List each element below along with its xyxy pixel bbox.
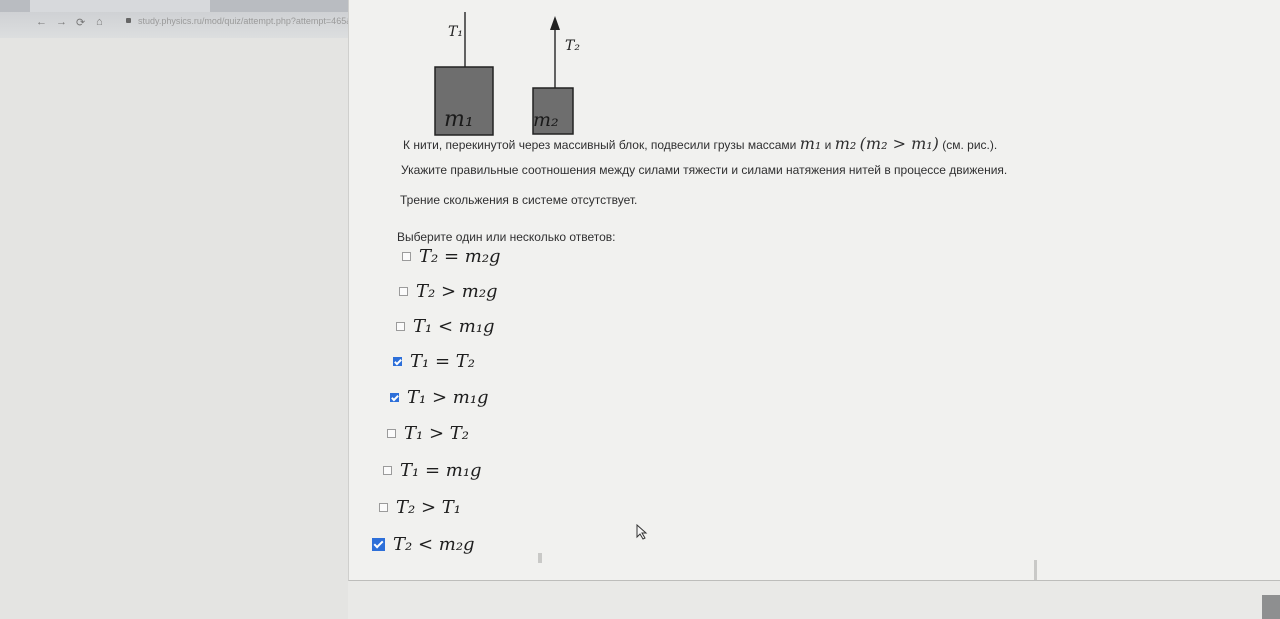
option-6[interactable]: T₁ > T₂ xyxy=(387,423,469,444)
option-7[interactable]: T₁ = m₁g xyxy=(383,460,482,481)
option-label: T₁ > m₁g xyxy=(407,387,489,408)
option-label: T₂ = m₂g xyxy=(419,246,501,267)
back-icon[interactable]: ← xyxy=(36,16,47,28)
scroll-mark xyxy=(1034,560,1037,580)
option-checkbox[interactable] xyxy=(387,429,396,438)
option-4[interactable]: T₁ = T₂ xyxy=(393,351,475,372)
text-cursor-mark xyxy=(538,553,542,563)
forward-icon[interactable]: → xyxy=(56,16,67,28)
see-figure: (см. рис.). xyxy=(942,138,998,152)
option-label: T₁ = T₂ xyxy=(410,351,475,372)
option-label: T₁ = m₁g xyxy=(400,460,482,481)
math-m1: m₁ xyxy=(799,134,822,153)
option-label: T₂ < m₂g xyxy=(393,534,475,555)
option-8[interactable]: T₂ > T₁ xyxy=(379,497,461,518)
option-5[interactable]: T₁ > m₁g xyxy=(390,387,489,408)
m1-label: m₁ xyxy=(444,107,474,132)
word-and: и xyxy=(824,138,832,152)
t1-label: T₁ xyxy=(448,24,463,40)
option-checkbox[interactable] xyxy=(379,503,388,512)
question-line-1: К нити, перекинутой через массивный блок… xyxy=(403,134,997,153)
math-m2: m₂ xyxy=(834,134,857,153)
question-line-2: Укажите правильные соотношения между сил… xyxy=(401,163,1008,177)
home-icon[interactable]: ⌂ xyxy=(96,16,103,28)
pulley-figure: T₁ T₂ m₁ m₂ xyxy=(434,12,580,136)
option-checkbox-checked[interactable] xyxy=(372,538,385,551)
question-line-3: Трение скольжения в системе отсутствует. xyxy=(400,193,638,207)
option-checkbox[interactable] xyxy=(399,287,408,296)
t2-label: T₂ xyxy=(565,38,580,54)
option-checkbox[interactable] xyxy=(383,466,392,475)
option-label: T₁ < m₁g xyxy=(413,316,495,337)
option-checkbox[interactable] xyxy=(402,252,411,261)
option-checkbox[interactable] xyxy=(396,322,405,331)
answer-prompt: Выберите один или несколько ответов: xyxy=(397,230,616,244)
option-1[interactable]: T₂ = m₂g xyxy=(402,246,501,267)
option-3[interactable]: T₁ < m₁g xyxy=(396,316,495,337)
option-label: T₂ > m₂g xyxy=(416,281,498,302)
left-panel xyxy=(0,38,348,619)
reload-icon[interactable]: ⟳ xyxy=(76,16,85,29)
option-label: T₂ > T₁ xyxy=(396,497,461,518)
m2-label: m₂ xyxy=(533,109,559,131)
option-checkbox-checked[interactable] xyxy=(393,357,402,366)
scrollbar-thumb[interactable] xyxy=(1262,595,1280,619)
mouse-cursor-icon xyxy=(636,524,648,540)
option-2[interactable]: T₂ > m₂g xyxy=(399,281,498,302)
option-checkbox-checked[interactable] xyxy=(390,393,399,402)
question-text-prefix: К нити, перекинутой через массивный блок… xyxy=(403,138,797,152)
option-label: T₁ > T₂ xyxy=(404,423,469,444)
option-9[interactable]: T₂ < m₂g xyxy=(372,534,475,555)
t2-arrow-icon xyxy=(550,16,560,30)
math-condition: (m₂ > m₁) xyxy=(859,134,939,153)
browser-tab[interactable] xyxy=(30,0,210,12)
